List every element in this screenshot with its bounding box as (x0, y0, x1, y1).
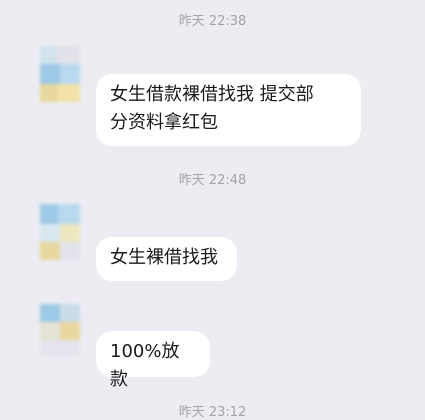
message-bubble[interactable]: 100%放款 (96, 331, 210, 390)
timestamp: 昨天 22:48 (178, 173, 247, 188)
sender-avatar[interactable] (38, 298, 82, 362)
timestamp: 昨天 23:12 (178, 405, 247, 420)
message-text: 女生裸借找我 (110, 247, 218, 268)
message-text-line: 女生借款裸借找我 提交部 (110, 84, 314, 105)
message-bubble[interactable]: 女生裸借找我 (96, 237, 237, 281)
message-text: 100%放款 (110, 341, 180, 390)
message-text-line: 分资料拿红包 (110, 112, 218, 133)
message-bubble[interactable]: 女生借款裸借找我 提交部 分资料拿红包 (96, 74, 361, 146)
sender-avatar[interactable] (38, 200, 82, 264)
timestamp: 昨天 22:38 (178, 14, 247, 29)
sender-avatar[interactable] (38, 44, 82, 108)
